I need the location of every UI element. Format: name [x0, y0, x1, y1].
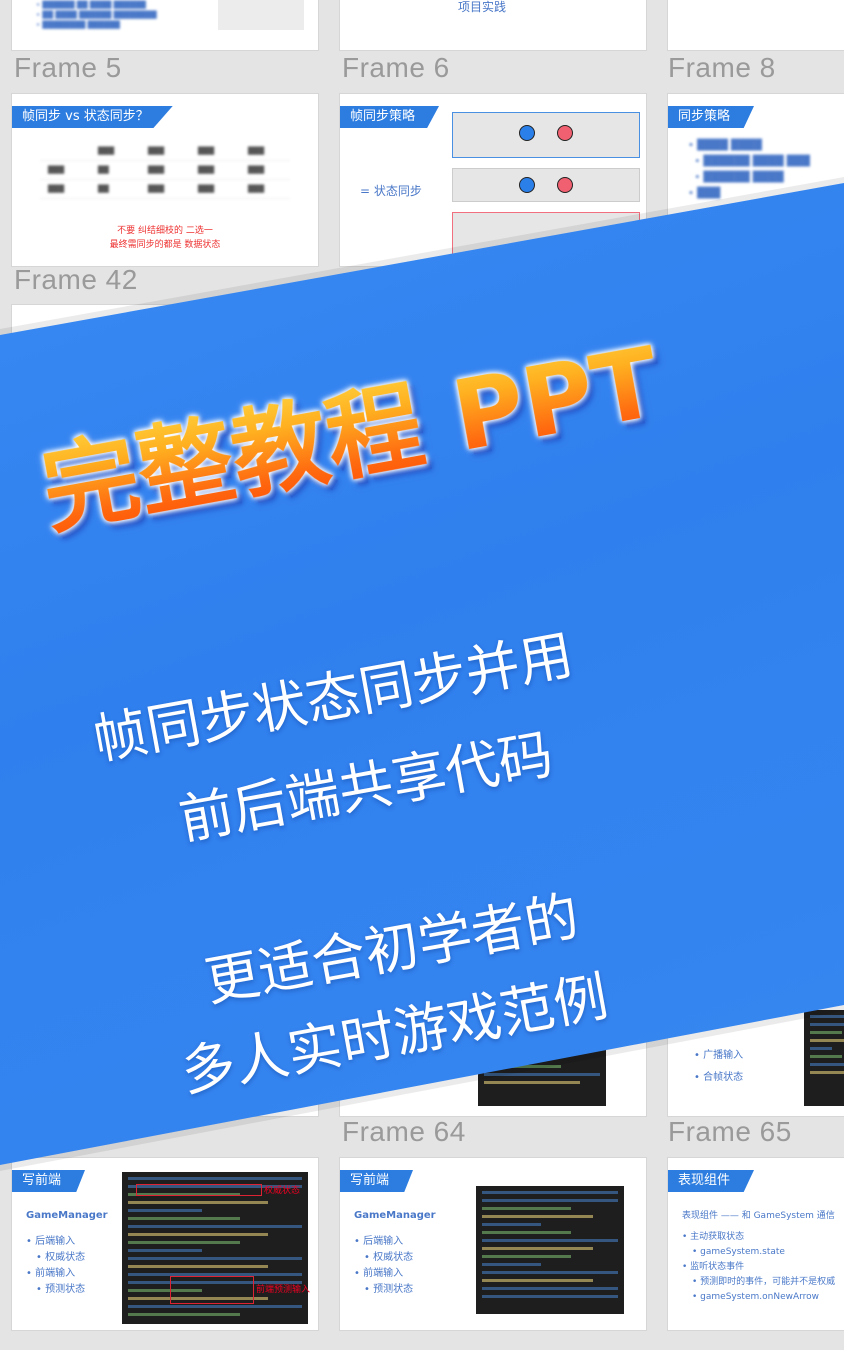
banner-text-layer: 完整教程 PPT 帧同步状态同步并用 前后端共享代码 更适合初学者的 多人实时游… — [0, 0, 844, 1350]
banner-title: 完整教程 PPT — [30, 304, 668, 552]
